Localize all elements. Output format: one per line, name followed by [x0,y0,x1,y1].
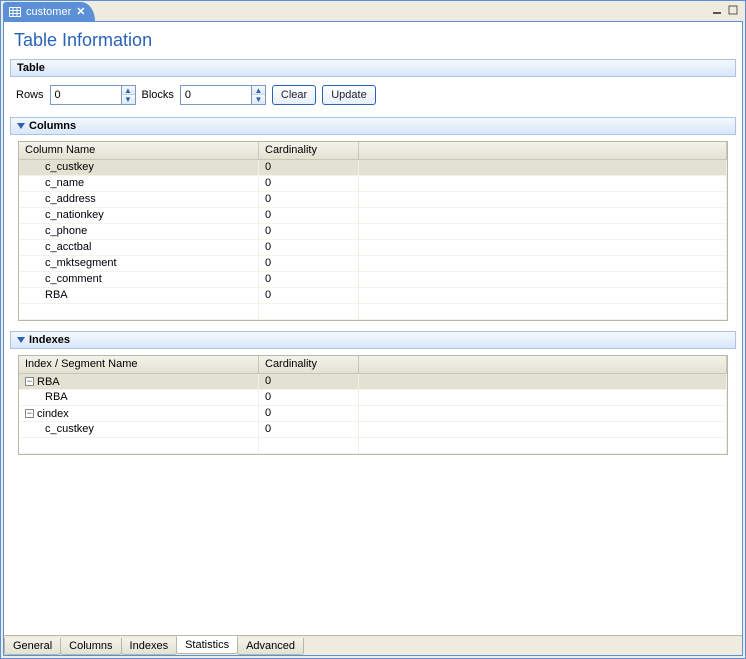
column-name-cell: c_phone [19,224,259,239]
cardinality-cell: 0 [259,160,359,175]
blocks-input[interactable] [181,86,251,104]
close-tab-icon[interactable]: ✕ [76,5,85,18]
table-row[interactable]: c_phone0 [19,224,727,240]
rows-up-icon[interactable]: ▲ [122,86,135,95]
table-row[interactable]: c_nationkey0 [19,208,727,224]
table-row[interactable]: c_custkey0 [19,422,727,438]
tab-general[interactable]: General [4,638,61,655]
table-row[interactable]: −RBA0 [19,374,727,390]
table-form: Rows ▲▼ Blocks ▲▼ Clear Update [4,77,742,113]
indexes-header-name[interactable]: Index / Segment Name [19,356,259,373]
rows-input[interactable] [51,86,121,104]
column-name-cell: c_nationkey [19,208,259,223]
bottom-tabs: GeneralColumnsIndexesStatisticsAdvanced [4,635,742,655]
cardinality-cell: 0 [259,256,359,271]
columns-grid: Column Name Cardinality c_custkey0c_name… [18,141,728,321]
update-button[interactable]: Update [322,85,375,105]
blocks-spinner[interactable]: ▲▼ [180,85,266,105]
window: customer ✕ Table Information Table Rows … [0,0,746,659]
section-table-header: Table [10,59,736,77]
tab-columns[interactable]: Columns [60,638,121,655]
minimize-icon[interactable] [711,4,723,16]
indexes-header-card[interactable]: Cardinality [259,356,359,373]
rows-label: Rows [16,89,44,101]
cardinality-cell: 0 [259,390,359,405]
table-row[interactable]: c_mktsegment0 [19,256,727,272]
window-controls [711,4,739,16]
cardinality-cell: 0 [259,192,359,207]
columns-header-name[interactable]: Column Name [19,142,259,159]
indexes-grid: Index / Segment Name Cardinality −RBA0RB… [18,355,728,455]
column-name-cell: RBA [19,288,259,303]
rows-spinner[interactable]: ▲▼ [50,85,136,105]
cardinality-cell: 0 [259,422,359,437]
cardinality-cell: 0 [259,288,359,303]
index-name-cell: c_custkey [19,422,259,437]
column-name-cell: c_comment [19,272,259,287]
cardinality-cell: 0 [259,176,359,191]
table-row[interactable]: c_name0 [19,176,727,192]
index-name-cell: −RBA [19,374,259,389]
table-row[interactable]: RBA0 [19,390,727,406]
editor-tab-customer[interactable]: customer ✕ [3,2,95,21]
table-row[interactable]: c_address0 [19,192,727,208]
column-name-cell: c_address [19,192,259,207]
rows-down-icon[interactable]: ▼ [122,95,135,104]
clear-button[interactable]: Clear [272,85,316,105]
column-name-cell: c_name [19,176,259,191]
content-frame: Table Information Table Rows ▲▼ Blocks ▲… [3,21,743,656]
table-row[interactable]: RBA0 [19,288,727,304]
column-name-cell: c_custkey [19,160,259,175]
maximize-icon[interactable] [727,4,739,16]
tab-statistics[interactable]: Statistics [176,636,238,654]
index-name-cell: −cindex [19,406,259,421]
table-row[interactable]: c_comment0 [19,272,727,288]
column-name-cell: c_mktsegment [19,256,259,271]
table-grid-icon [9,7,21,17]
cardinality-cell: 0 [259,406,359,421]
cardinality-cell: 0 [259,208,359,223]
tree-collapse-icon[interactable]: − [25,377,34,386]
table-row[interactable]: c_acctbal0 [19,240,727,256]
tab-indexes[interactable]: Indexes [121,638,178,655]
editor-tab-label: customer [26,6,71,18]
cardinality-cell: 0 [259,240,359,255]
page-title: Table Information [4,22,742,55]
columns-header-card[interactable]: Cardinality [259,142,359,159]
column-name-cell: c_acctbal [19,240,259,255]
tab-advanced[interactable]: Advanced [237,638,304,655]
tree-collapse-icon[interactable]: − [25,409,34,418]
blocks-up-icon[interactable]: ▲ [252,86,265,95]
cardinality-cell: 0 [259,224,359,239]
section-columns-header[interactable]: Columns [10,117,736,135]
index-name-cell: RBA [19,390,259,405]
cardinality-cell: 0 [259,374,359,389]
table-row[interactable]: c_custkey0 [19,160,727,176]
title-bar: customer ✕ [1,1,745,21]
blocks-down-icon[interactable]: ▼ [252,95,265,104]
cardinality-cell: 0 [259,272,359,287]
blocks-label: Blocks [142,89,174,101]
table-row[interactable]: −cindex0 [19,406,727,422]
section-indexes-header[interactable]: Indexes [10,331,736,349]
